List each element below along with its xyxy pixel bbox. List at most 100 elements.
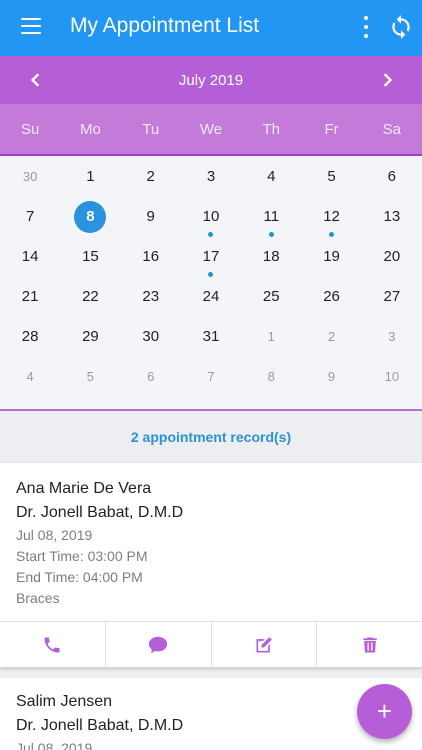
calendar-day-number: 9 (146, 208, 155, 225)
weekday-label: Fr (324, 121, 339, 138)
calendar-week-row: 14 15 16 17 18 19 20 (0, 241, 422, 281)
calendar-day-number: 4 (267, 168, 276, 185)
calendar-week-row: 21 22 23 24 25 26 27 (0, 281, 422, 321)
calendar-day[interactable]: 31 (181, 321, 241, 361)
weekday-label: We (199, 121, 223, 138)
delete-icon (362, 637, 377, 652)
chevron-right-icon[interactable] (373, 66, 401, 94)
calendar-day[interactable]: 16 (121, 241, 181, 281)
weekday-label: Mo (80, 121, 101, 138)
record-count: 2 appointment record(s) (130, 429, 292, 445)
calendar-day-number: 15 (82, 248, 99, 265)
calendar-day-number: 7 (207, 369, 215, 384)
calendar-week-row: 28 29 30 31 1 2 3 (0, 321, 422, 361)
calendar-day-number: 12 (323, 208, 340, 225)
delete-button[interactable] (317, 622, 422, 667)
call-button[interactable] (0, 622, 106, 667)
calendar-day[interactable]: 6 (362, 161, 422, 201)
calendar-day-number: 31 (202, 328, 220, 345)
end-time: End Time: 04:00 PM (16, 569, 143, 585)
calendar-day[interactable]: 23 (121, 281, 181, 321)
edit-button[interactable] (212, 622, 318, 667)
calendar-day[interactable]: 10 (362, 361, 422, 401)
calendar-day[interactable]: 6 (121, 361, 181, 401)
menu-icon[interactable] (21, 18, 41, 34)
calendar-day[interactable]: 26 (301, 281, 361, 321)
calendar-day[interactable]: 8 (60, 201, 120, 241)
calendar-day-number: 8 (74, 201, 107, 233)
calendar-day-number: 24 (202, 288, 220, 305)
doctor-name: Dr. Jonell Babat, D.M.D (16, 504, 184, 521)
calendar-day[interactable]: 3 (362, 321, 422, 361)
calendar-day[interactable]: 12 (301, 201, 361, 241)
calendar-day-number: 9 (327, 369, 336, 384)
calendar-day[interactable]: 9 (301, 361, 361, 401)
calendar-day[interactable]: 27 (362, 281, 422, 321)
calendar-day[interactable]: 30 (121, 321, 181, 361)
calendar-day[interactable]: 5 (60, 361, 120, 401)
calendar-day[interactable]: 4 (241, 161, 301, 201)
calendar-day[interactable]: 1 (241, 321, 301, 361)
calendar-day-number: 18 (262, 248, 280, 265)
sync-icon[interactable] (388, 14, 414, 40)
calendar-day-number: 3 (388, 329, 396, 344)
calendar-day[interactable]: 2 (121, 161, 181, 201)
calendar-week-row: 30 1 2 3 4 5 6 (0, 161, 422, 201)
calendar-day-number: 29 (82, 328, 99, 345)
appointment-date: Jul 08, 2019 (16, 740, 93, 750)
calendar-day[interactable]: 7 (181, 361, 241, 401)
calendar-grid: 30 1 2 3 4 5 6 7 8 9 10 11 12 13 14 15 16 17 18 19 20 21 22 23 2… (0, 156, 422, 411)
calendar-day[interactable]: 29 (60, 321, 120, 361)
calendar-day-number: 19 (323, 248, 340, 265)
calendar-day[interactable]: 17 (181, 241, 241, 281)
calendar-day-number: 26 (323, 288, 340, 305)
calendar-day[interactable]: 28 (0, 321, 60, 361)
calendar-day[interactable]: 24 (181, 281, 241, 321)
calendar-day[interactable]: 20 (362, 241, 422, 281)
weekday-label: Th (262, 121, 281, 138)
calendar-day[interactable]: 30 (0, 161, 60, 201)
patient-name: Ana Marie De Vera (16, 480, 152, 497)
calendar-day-number: 3 (206, 168, 216, 185)
calendar-week-row: 7 8 9 10 11 12 13 (0, 201, 422, 241)
calendar-day[interactable]: 22 (60, 281, 120, 321)
calendar-day-number: 7 (25, 208, 35, 225)
calendar-day[interactable]: 4 (0, 361, 60, 401)
month-label: July 2019 (178, 72, 244, 89)
calendar-day[interactable]: 18 (241, 241, 301, 281)
page-title: My Appointment List (70, 14, 260, 37)
calendar-day-number: 2 (146, 168, 155, 185)
edit-icon (256, 636, 272, 652)
calendar-day-number: 8 (267, 369, 275, 384)
message-button[interactable] (106, 622, 212, 667)
calendar-day-number: 16 (142, 248, 160, 265)
calendar-day[interactable]: 25 (241, 281, 301, 321)
calendar-day-number: 22 (82, 288, 99, 305)
calendar-day[interactable]: 5 (301, 161, 361, 201)
calendar-day[interactable]: 7 (0, 201, 60, 241)
add-appointment-button[interactable]: + (357, 684, 412, 739)
calendar-day[interactable]: 10 (181, 201, 241, 241)
calendar-day[interactable]: 13 (362, 201, 422, 241)
calendar-day[interactable]: 15 (60, 241, 120, 281)
calendar-day[interactable]: 14 (0, 241, 60, 281)
calendar-day[interactable]: 8 (241, 361, 301, 401)
calendar-day-number: 2 (327, 329, 336, 344)
calendar-day-number: 6 (147, 369, 155, 384)
calendar-day-number: 5 (327, 168, 336, 185)
more-vert-icon[interactable] (358, 16, 374, 38)
calendar-day[interactable]: 2 (301, 321, 361, 361)
calendar-day[interactable]: 11 (241, 201, 301, 241)
calendar-day[interactable]: 1 (60, 161, 120, 201)
calendar-day-number: 14 (21, 248, 39, 265)
calendar-day[interactable]: 19 (301, 241, 361, 281)
appointment-card[interactable]: Ana Marie De Vera Dr. Jonell Babat, D.M.… (0, 463, 422, 668)
weekday-label: Sa (382, 121, 401, 138)
calendar-day[interactable]: 9 (121, 201, 181, 241)
calendar-day[interactable]: 21 (0, 281, 60, 321)
calendar-day[interactable]: 3 (181, 161, 241, 201)
calendar-day-number: 11 (263, 208, 280, 225)
chat-icon (148, 636, 168, 653)
calendar-day-number: 1 (86, 168, 95, 185)
calendar-day-number: 6 (387, 168, 396, 185)
